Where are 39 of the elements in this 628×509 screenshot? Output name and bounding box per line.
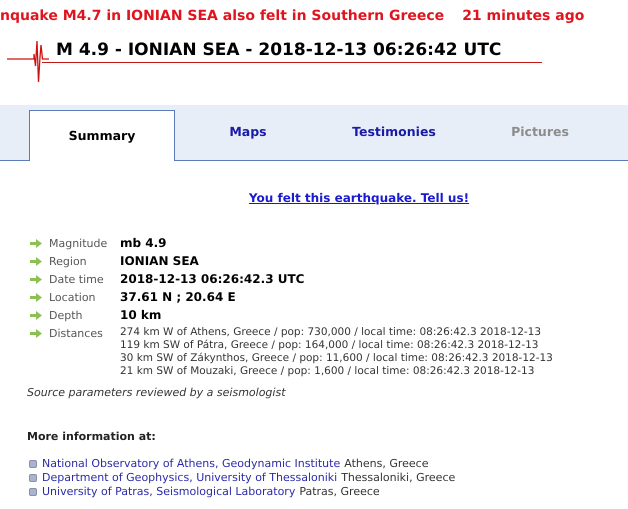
parameter-value: mb 4.9 (120, 236, 167, 251)
bullet-icon (29, 488, 37, 496)
arrow-icon (30, 239, 42, 248)
institute-place: Thessaloniki, Greece (341, 471, 456, 485)
news-ticker[interactable]: nquake M4.7 in IONIAN SEA also felt in Southern Greece (0, 6, 444, 26)
parameter-label: Date time (49, 272, 105, 287)
tab[interactable]: Maps (175, 107, 321, 158)
parameter-label: Depth (49, 308, 84, 323)
bullet-icon (29, 460, 37, 468)
parameter-label: Magnitude (49, 236, 108, 251)
parameter-value: 10 km (120, 308, 162, 323)
more-info-heading: More information at: (27, 428, 157, 444)
institute-place: Patras, Greece (299, 485, 380, 499)
tab[interactable]: Testimonies (321, 107, 467, 158)
review-note: Source parameters reviewed by a seismologist (27, 385, 287, 401)
institute-link[interactable]: Department of Geophysics, University of Thessaloniki (42, 471, 338, 485)
parameter-label: Distances (49, 326, 104, 341)
parameter-label: Region (49, 254, 88, 269)
arrow-icon (30, 311, 42, 320)
parameter-value: 119 km SW of Pátra, Greece / pop: 164,000 / local time: 08:26:42.3 2018-12-13 (120, 339, 540, 352)
felt-report-link[interactable]: You felt this earthquake. Tell us! (248, 191, 470, 205)
institute-link[interactable]: University of Patras, Seismological Laboratory (42, 485, 296, 499)
institute-link[interactable]: National Observatory of Athens, Geodynamic Institute (42, 457, 340, 471)
parameter-value: IONIAN SEA (120, 254, 199, 269)
parameter-value: 30 km SW of Zákynthos, Greece / pop: 11,600 / local time: 08:26:42.3 2018-12-13 (120, 352, 553, 365)
parameter-value: 274 km W of Athens, Greece / pop: 730,000 / local time: 08:26:42.3 2018-12-13 (120, 326, 542, 339)
parameter-value: 21 km SW of Mouzaki, Greece / pop: 1,600 / local time: 08:26:42.3 2018-12-13 (120, 365, 536, 378)
arrow-icon (30, 329, 42, 338)
event-title: M 4.9 - IONIAN SEA - 2018-12-13 06:26:42 UTC (56, 39, 502, 62)
parameter-label: Location (49, 290, 97, 305)
arrow-icon (30, 257, 42, 266)
tab[interactable]: Summary (29, 110, 175, 161)
parameter-value: 2018-12-13 06:26:42.3 UTC (120, 272, 304, 287)
arrow-icon (30, 293, 42, 302)
parameter-value: 37.61 N ; 20.64 E (120, 290, 236, 305)
time-ago: 21 minutes ago (462, 6, 584, 26)
arrow-icon (30, 275, 42, 284)
institute-place: Athens, Greece (344, 457, 428, 471)
bullet-icon (29, 474, 37, 482)
